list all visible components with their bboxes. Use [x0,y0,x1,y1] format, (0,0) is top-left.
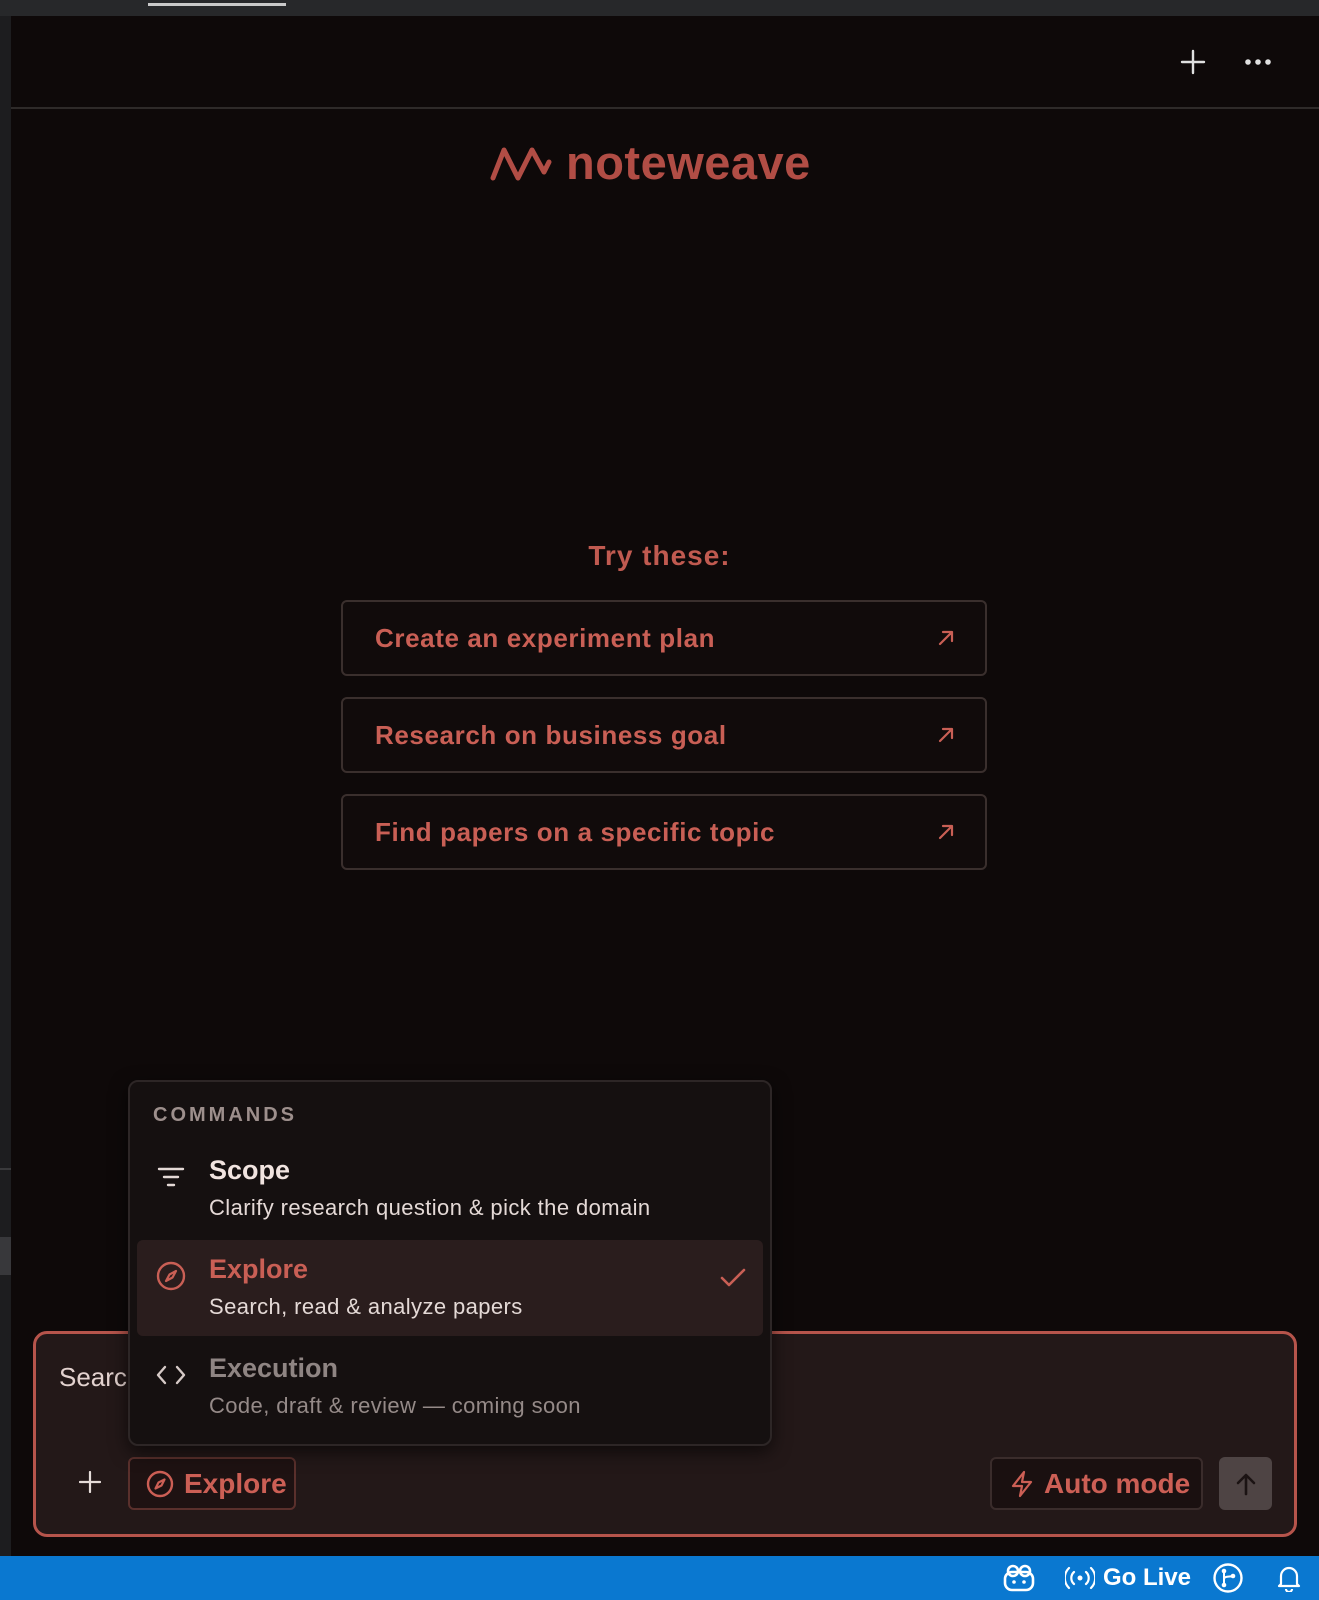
auto-mode-button[interactable]: Auto mode [990,1457,1203,1510]
command-item-explore[interactable]: Explore Search, read & analyze papers [137,1240,763,1336]
active-tab-indicator [148,3,286,6]
command-name: Explore [209,1254,309,1284]
arrow-up-icon [1236,1473,1255,1495]
suggestion-label: Find papers on a specific topic [375,816,776,847]
go-live-button[interactable]: Go Live [1065,1556,1191,1600]
git-graph-icon[interactable] [1212,1556,1244,1600]
more-options-icon[interactable] [1240,44,1276,80]
auto-mode-label: Auto mode [1044,1467,1191,1499]
wave-logo-icon [490,147,552,181]
compass-icon [155,1260,187,1292]
suggestion-card[interactable]: Find papers on a specific topic [341,794,987,870]
copilot-icon[interactable] [1002,1556,1036,1600]
command-description: Code, draft & review — coming soon [209,1393,581,1418]
compass-icon [146,1470,174,1497]
chat-input-text[interactable]: Searc [59,1362,127,1393]
command-description: Clarify research question & pick the dom… [209,1195,651,1220]
new-chat-icon[interactable] [1175,44,1211,80]
left-panel-divider [0,1168,11,1170]
checkmark-icon [717,1262,749,1294]
lightning-icon [1011,1470,1033,1497]
arrow-up-right-icon [938,824,954,840]
command-name: Scope [209,1155,291,1185]
brand-name: noteweave [566,135,811,189]
code-brackets-icon [155,1359,187,1391]
commands-title: COMMANDS [153,1104,297,1126]
send-button[interactable] [1219,1457,1272,1510]
suggestion-card[interactable]: Research on business goal [341,697,987,773]
suggestions-title: Try these: [588,540,731,571]
arrow-up-right-icon [938,630,954,646]
broadcast-icon [1065,1566,1095,1590]
mode-select-label: Explore [184,1467,287,1499]
mode-select-button[interactable]: Explore [128,1457,296,1510]
filter-lines-icon [155,1161,187,1193]
brand-logo: noteweave [490,134,811,190]
attach-plus-icon[interactable] [72,1464,108,1500]
suggestion-card[interactable]: Create an experiment plan [341,600,987,676]
arrow-up-right-icon [938,727,954,743]
suggestion-label: Research on business goal [375,719,727,750]
go-live-label: Go Live [1103,1564,1192,1591]
command-item-scope[interactable]: Scope Clarify research question & pick t… [137,1141,763,1237]
left-panel-scroll-marker [0,1237,11,1275]
command-name: Execution [209,1353,339,1383]
left-panel-edge [0,16,11,1556]
suggestion-label: Create an experiment plan [375,622,716,653]
command-description: Search, read & analyze papers [209,1294,523,1319]
bell-icon[interactable] [1277,1556,1301,1600]
command-item-execution[interactable]: Execution Code, draft & review — coming … [137,1339,763,1435]
panel-header [11,16,1319,109]
